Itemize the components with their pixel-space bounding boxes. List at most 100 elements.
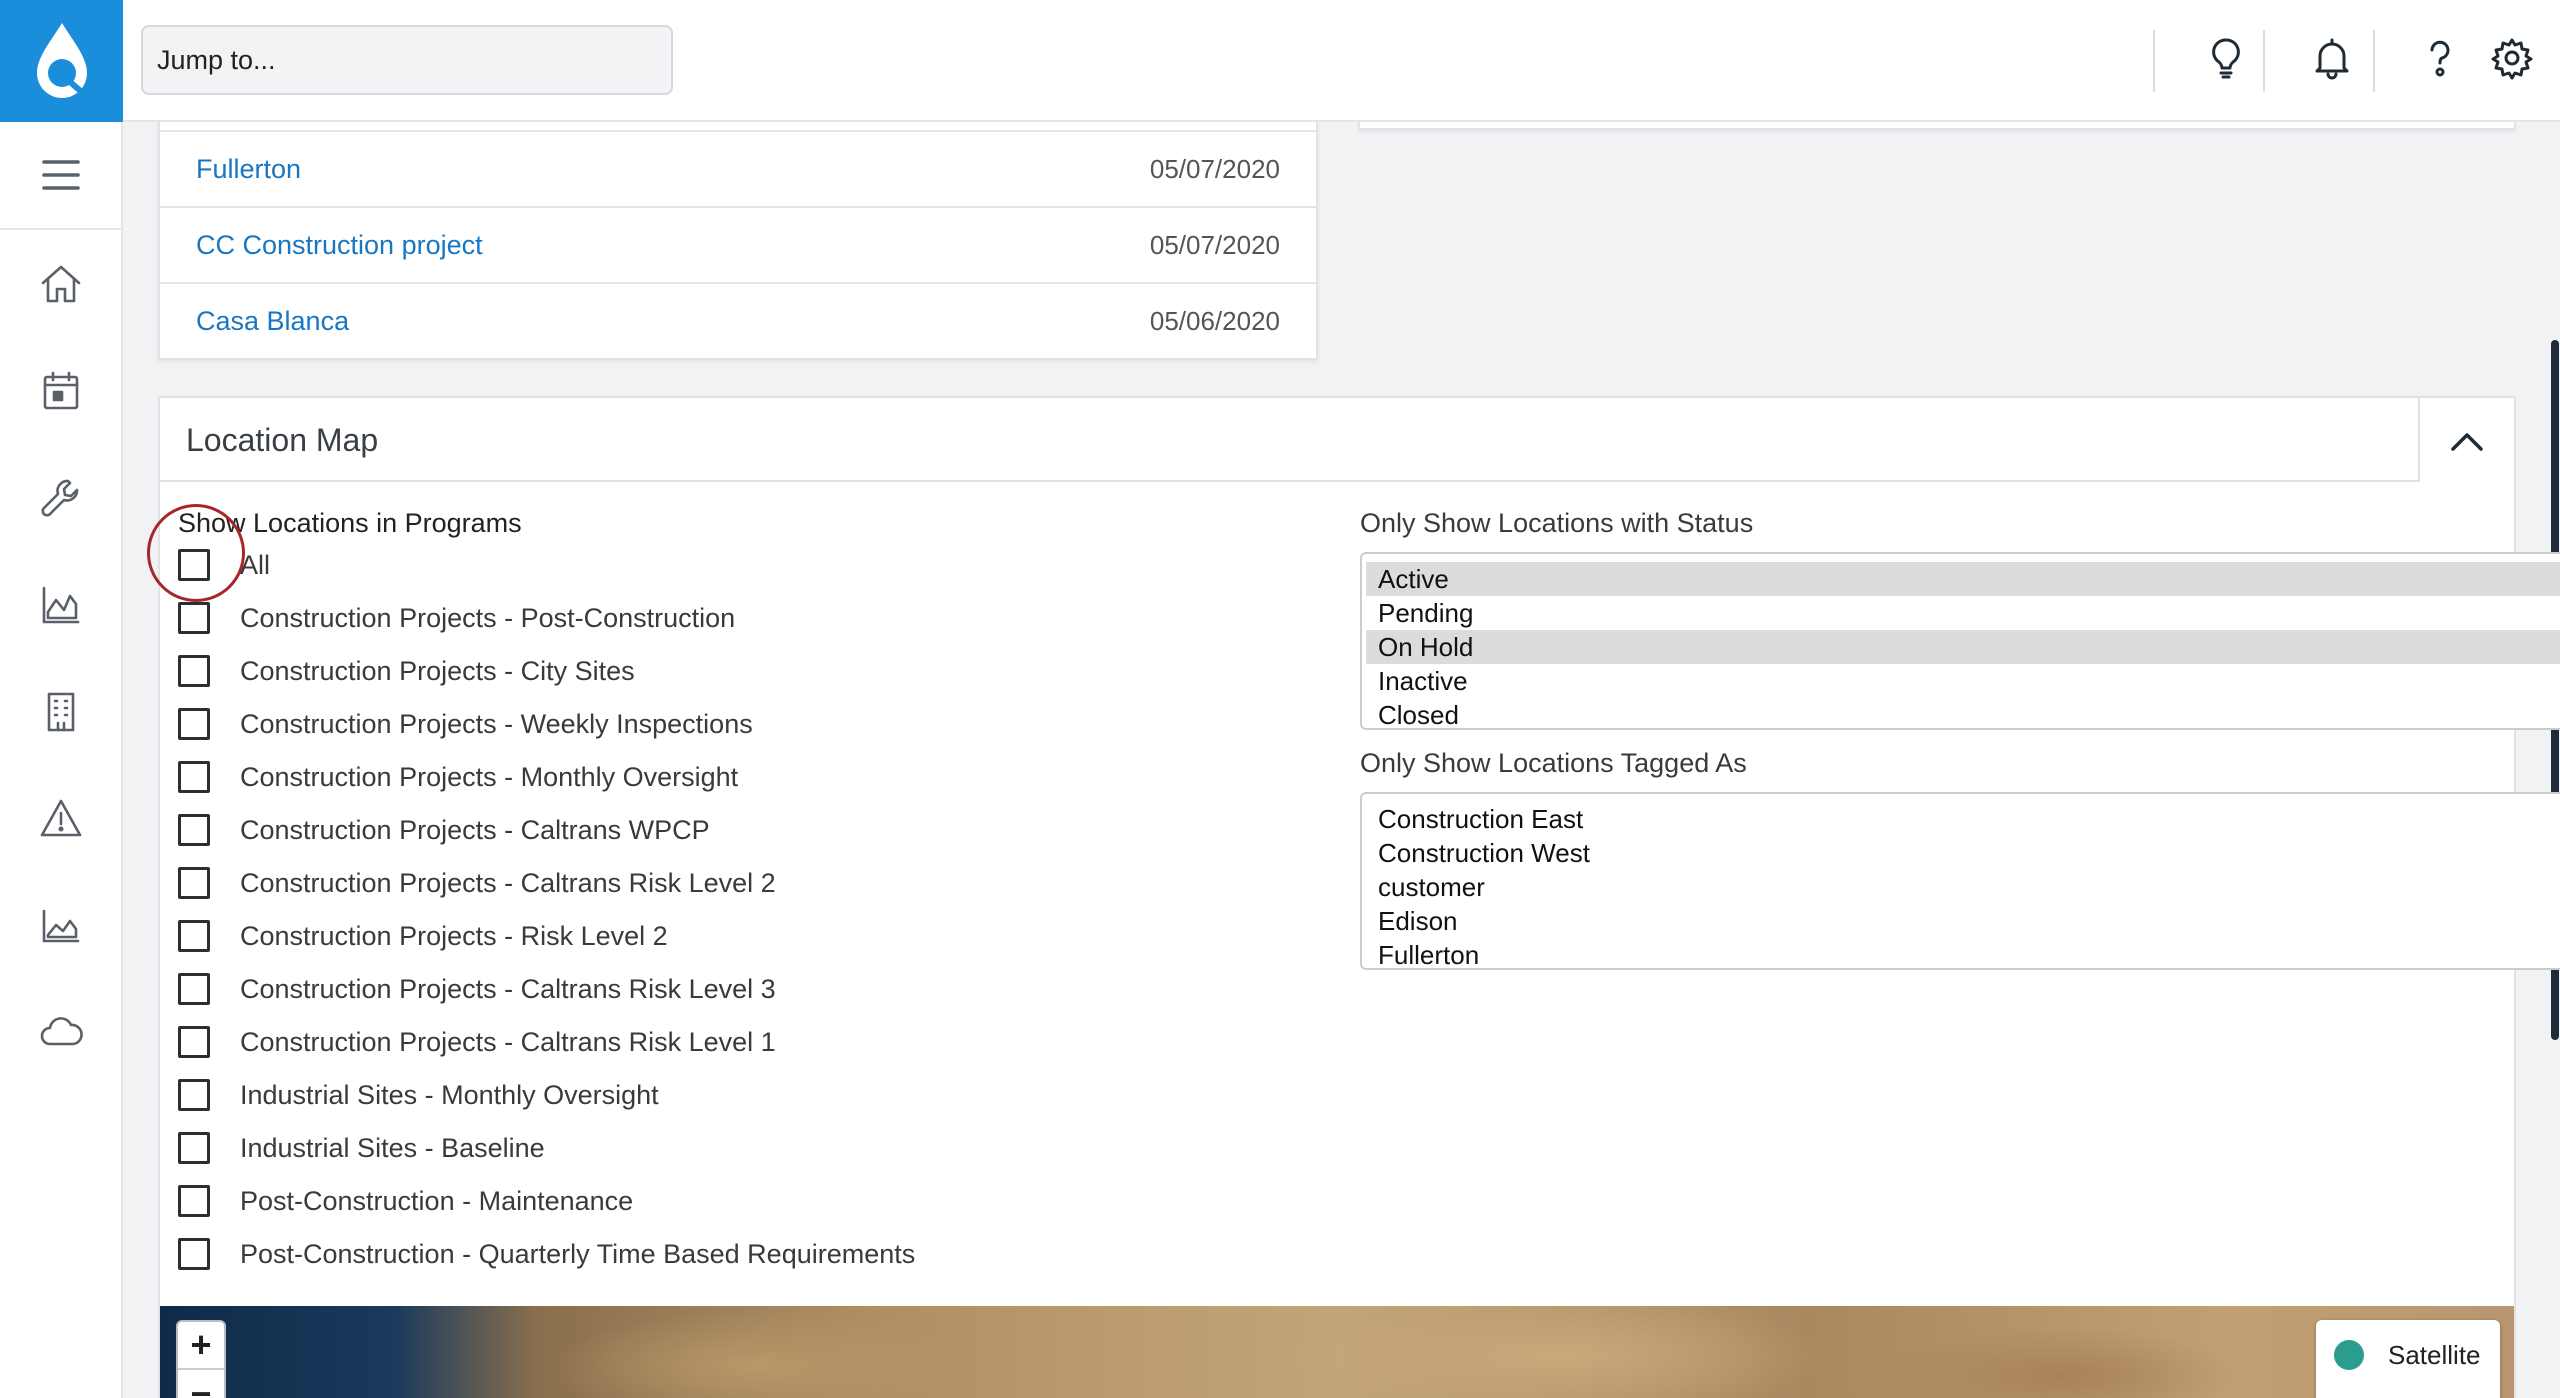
layer-label: Satellite [2388,1340,2481,1370]
program-option[interactable]: Construction Projects - Risk Level 2 [178,916,668,956]
app-logo[interactable] [0,0,123,122]
satellite-map[interactable]: + − Satellite [160,1306,2514,1398]
notifications-button[interactable] [2307,28,2357,88]
area-chart-icon [42,909,79,942]
nav-analytics[interactable] [0,872,121,979]
program-option[interactable]: Construction Projects - Caltrans WPCP [178,810,710,850]
gear-icon [2491,38,2533,80]
status-filter-label: Only Show Locations with Status [1360,508,1754,538]
tag-option[interactable]: Edison [1366,904,2560,938]
status-listbox[interactable]: Active Pending On Hold Inactive Closed [1360,552,2560,730]
checkbox[interactable] [178,1238,210,1270]
location-date: 05/07/2020 [1149,229,1280,260]
program-label: Post-Construction - Maintenance [240,1185,634,1216]
status-option[interactable]: Active [1366,562,2560,596]
location-date: 05/07/2020 [1149,153,1280,184]
nav-tools[interactable] [0,444,121,551]
zoom-control: + − [176,1320,226,1398]
home-icon [41,265,80,302]
warning-icon [40,799,81,836]
program-label: Construction Projects - Caltrans Risk Le… [240,1026,776,1057]
calendar-icon [43,371,78,409]
nav-reports[interactable] [0,551,121,658]
location-link[interactable]: Casa Blanca [196,306,349,337]
status-option[interactable]: Pending [1366,596,2560,630]
program-option[interactable]: Industrial Sites - Monthly Oversight [178,1075,659,1115]
nav-home[interactable] [0,230,121,337]
zoom-out-button[interactable]: − [178,1370,224,1398]
location-link[interactable]: CC Construction project [196,230,483,261]
top-bar [123,0,2560,122]
panel-header: Location Map [160,398,2514,482]
location-date: 05/06/2020 [1149,305,1280,336]
status-option[interactable]: Inactive [1366,664,2560,698]
program-option[interactable]: Post-Construction - Quarterly Time Based… [178,1234,915,1274]
program-option[interactable]: Post-Construction - Maintenance [178,1181,633,1221]
location-link[interactable]: Fullerton [196,154,301,185]
checkbox[interactable] [178,814,210,846]
bell-icon [2315,38,2349,80]
program-label: Construction Projects - Caltrans Risk Le… [240,973,776,1004]
tag-option[interactable]: Construction West [1366,836,2560,870]
cloud-icon [40,1016,83,1045]
tags-listbox[interactable]: Construction East Construction West cust… [1360,792,2560,970]
checkbox[interactable] [178,1079,210,1111]
nav-alerts[interactable] [0,765,121,872]
program-label: Industrial Sites - Monthly Oversight [240,1079,659,1110]
sidebar [0,0,123,1398]
nav-calendar[interactable] [0,337,121,444]
collapse-button[interactable] [2418,398,2514,482]
checkbox[interactable] [178,920,210,952]
program-label: Construction Projects - Caltrans WPCP [240,814,710,845]
program-option[interactable]: Construction Projects - Monthly Oversigh… [178,757,738,797]
checkbox[interactable] [178,602,210,634]
program-option[interactable]: Construction Projects - Caltrans Risk Le… [178,969,776,1009]
checkbox[interactable] [178,867,210,899]
program-label: Post-Construction - Quarterly Time Based… [240,1238,916,1269]
status-option[interactable]: Closed [1366,698,2560,728]
checkbox[interactable] [178,761,210,793]
tag-option[interactable]: customer [1366,870,2560,904]
program-label: Construction Projects - Post-Constructio… [240,602,736,633]
checkbox[interactable] [178,708,210,740]
checkbox[interactable] [178,1132,210,1164]
program-label: Construction Projects - City Sites [240,655,635,686]
divider [2153,30,2155,92]
checkbox[interactable] [178,973,210,1005]
checkbox[interactable] [178,655,210,687]
checkbox[interactable] [178,1026,210,1058]
program-option[interactable]: All [178,545,270,585]
wrench-icon [40,479,78,517]
program-label: Construction Projects - Risk Level 2 [240,920,668,951]
checkbox[interactable] [178,549,210,581]
program-option[interactable]: Construction Projects - Weekly Inspectio… [178,704,753,744]
lightbulb-icon [2212,38,2240,79]
program-label: Construction Projects - Monthly Oversigh… [240,761,739,792]
hamburger-icon [41,160,80,190]
status-option[interactable]: On Hold [1366,630,2560,664]
help-button[interactable] [2415,28,2465,88]
jump-to-input[interactable] [141,25,673,95]
nav-facilities[interactable] [0,658,121,765]
menu-toggle-button[interactable] [0,122,121,230]
tips-button[interactable] [2201,28,2251,88]
location-map-panel: Location Map Show Locations in Programs … [147,396,2560,1398]
program-option[interactable]: Industrial Sites - Baseline [178,1128,545,1168]
program-option[interactable]: Construction Projects - Caltrans Risk Le… [178,863,776,903]
divider [2263,30,2265,92]
settings-button[interactable] [2487,28,2537,88]
table-row: Casa Blanca 05/06/2020 [160,282,1316,358]
divider [2373,30,2375,92]
tag-option[interactable]: Fullerton [1366,938,2560,968]
tag-option[interactable]: Construction East [1366,802,2560,836]
zoom-in-button[interactable]: + [178,1322,224,1370]
nav-weather[interactable] [0,979,121,1086]
program-option[interactable]: Construction Projects - City Sites [178,651,635,691]
program-option[interactable]: Construction Projects - Post-Constructio… [178,598,735,638]
program-label: Construction Projects - Weekly Inspectio… [240,708,753,739]
program-label: Construction Projects - Caltrans Risk Le… [240,867,776,898]
right-card [1358,122,2516,130]
checkbox[interactable] [178,1185,210,1217]
program-option[interactable]: Construction Projects - Caltrans Risk Le… [178,1022,776,1062]
layer-switcher[interactable]: Satellite [2316,1320,2500,1398]
